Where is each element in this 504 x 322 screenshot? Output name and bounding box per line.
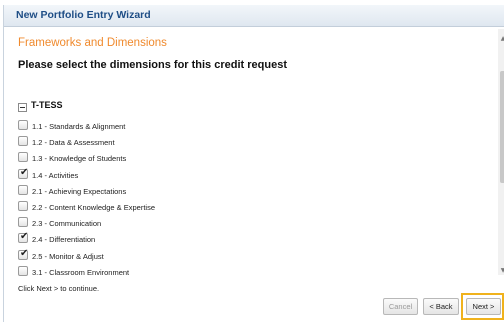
cancel-button[interactable]: Cancel xyxy=(383,298,418,315)
title-bar: New Portfolio Entry Wizard xyxy=(4,5,504,27)
window-title: New Portfolio Entry Wizard xyxy=(16,9,151,21)
dimension-item[interactable]: 1.3 - Knowledge of Students xyxy=(18,150,468,166)
dimension-label: 3.1 - Classroom Environment xyxy=(32,267,130,277)
checkbox[interactable] xyxy=(18,265,28,276)
dimension-label: 1.1 - Standards & Alignment xyxy=(32,122,126,131)
checkbox[interactable] xyxy=(18,120,28,130)
dimension-label: 1.3 - Knowledge of Students xyxy=(32,154,127,164)
checkbox-checked[interactable] xyxy=(18,231,28,244)
dimension-label: 2.2 - Content Knowledge & Expertise xyxy=(32,202,155,212)
scrollbar-thumb[interactable] xyxy=(500,71,504,183)
dimension-item[interactable]: 1.4 - Activities xyxy=(18,167,468,183)
dimension-item[interactable]: 2.5 - Monitor & Adjust xyxy=(18,248,468,264)
scroll-down-arrow-icon[interactable]: ▼ xyxy=(499,267,504,277)
collapse-icon[interactable] xyxy=(18,103,27,112)
dimension-item[interactable]: 3.1 - Classroom Environment xyxy=(18,264,468,280)
dimension-item[interactable]: 1.1 - Standards & Alignment xyxy=(18,118,468,134)
dimension-list: 1.1 - Standards & Alignment 1.2 - Data & … xyxy=(18,118,468,280)
scroll-up-arrow-icon[interactable]: ▲ xyxy=(499,35,504,45)
wizard-dialog: New Portfolio Entry Wizard Frameworks an… xyxy=(3,5,504,322)
dimension-label: 2.5 - Monitor & Adjust xyxy=(32,251,104,261)
dimension-label: 2.4 - Differentiation xyxy=(32,235,96,245)
dimension-label: 2.1 - Achieving Expectations xyxy=(32,186,127,196)
checkbox[interactable] xyxy=(18,217,28,228)
dimension-item[interactable]: 1.2 - Data & Assessment xyxy=(18,134,468,150)
back-button[interactable]: < Back xyxy=(423,298,459,315)
next-button-highlight: Next > xyxy=(461,293,504,320)
dimension-item[interactable]: 2.4 - Differentiation xyxy=(18,231,468,247)
section-title: Frameworks and Dimensions xyxy=(18,37,167,49)
checkbox[interactable] xyxy=(18,152,28,163)
continue-hint: Click Next > to continue. xyxy=(18,284,100,293)
checkbox[interactable] xyxy=(18,136,28,147)
checkbox[interactable] xyxy=(18,200,28,211)
dimension-label: 2.3 - Communication xyxy=(32,219,102,229)
dimension-item[interactable]: 2.1 - Achieving Expectations xyxy=(18,183,468,199)
checkbox-checked[interactable] xyxy=(18,167,28,179)
dimension-label: 1.4 - Activities xyxy=(32,170,79,180)
checkbox-checked[interactable] xyxy=(18,248,28,260)
tree-node-label: T-TESS xyxy=(31,100,63,110)
scrollbar[interactable]: ▲ ▼ xyxy=(498,29,504,275)
dimension-item[interactable]: 2.3 - Communication xyxy=(18,215,468,231)
instruction-text: Please select the dimensions for this cr… xyxy=(18,59,287,71)
next-button[interactable]: Next > xyxy=(466,298,501,315)
checkbox[interactable] xyxy=(18,184,28,195)
dimension-item[interactable]: 2.2 - Content Knowledge & Expertise xyxy=(18,199,468,215)
dimension-label: 1.2 - Data & Assessment xyxy=(32,138,115,148)
